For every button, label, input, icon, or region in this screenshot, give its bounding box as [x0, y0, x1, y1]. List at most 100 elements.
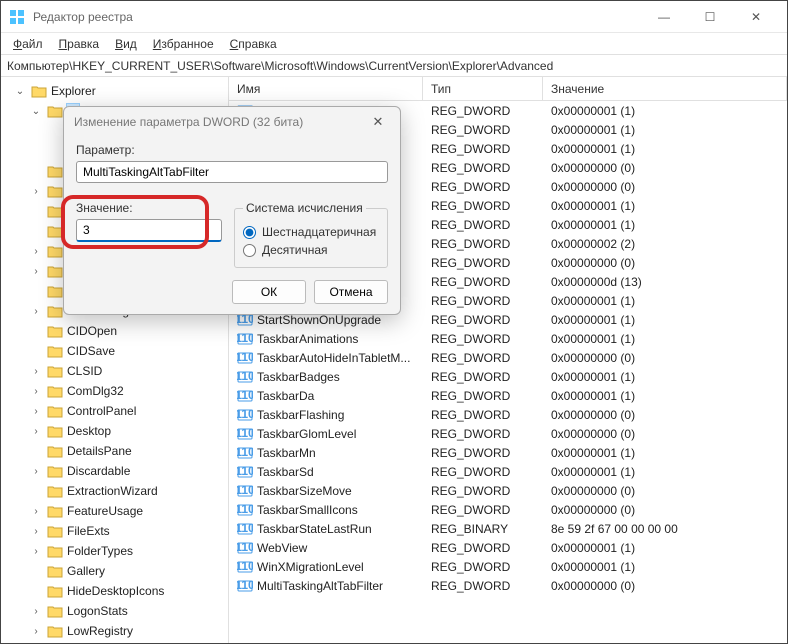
tree-item[interactable]: ›Desktop: [1, 421, 228, 441]
expand-icon[interactable]: ›: [29, 244, 43, 258]
list-row[interactable]: 110WinXMigrationLevelREG_DWORD0x00000001…: [229, 557, 787, 576]
ok-button[interactable]: ОК: [232, 280, 306, 304]
tree-item[interactable]: ⌄Explorer: [1, 81, 228, 101]
cancel-button[interactable]: Отмена: [314, 280, 388, 304]
tree-item[interactable]: ›FolderTypes: [1, 541, 228, 561]
col-type[interactable]: Тип: [423, 77, 543, 100]
tree-item[interactable]: DetailsPane: [1, 441, 228, 461]
expand-icon[interactable]: ›: [29, 184, 43, 198]
menu-help[interactable]: Справка: [222, 35, 285, 53]
tree-item[interactable]: ›Discardable: [1, 461, 228, 481]
list-row[interactable]: 110TaskbarAnimationsREG_DWORD0x00000001 …: [229, 329, 787, 348]
tree-item[interactable]: ›ControlPanel: [1, 401, 228, 421]
tree-item[interactable]: CIDOpen: [1, 321, 228, 341]
expand-icon[interactable]: ›: [29, 624, 43, 638]
list-row[interactable]: 110TaskbarMnREG_DWORD0x00000001 (1): [229, 443, 787, 462]
list-row[interactable]: 110TaskbarDaREG_DWORD0x00000001 (1): [229, 386, 787, 405]
expand-icon[interactable]: ›: [29, 304, 43, 318]
list-row[interactable]: 110WebViewREG_DWORD0x00000001 (1): [229, 538, 787, 557]
expand-icon[interactable]: [29, 344, 43, 358]
dialog-title: Изменение параметра DWORD (32 бита): [74, 115, 366, 129]
expand-icon[interactable]: ›: [29, 524, 43, 538]
tree-label: HideDesktopIcons: [67, 584, 164, 598]
row-value: 0x00000000 (0): [543, 161, 787, 175]
row-value: 0x00000001 (1): [543, 332, 787, 346]
expand-icon[interactable]: [45, 124, 59, 138]
list-row[interactable]: 110TaskbarBadgesREG_DWORD0x00000001 (1): [229, 367, 787, 386]
close-button[interactable]: ✕: [733, 1, 779, 33]
row-type: REG_DWORD: [423, 465, 543, 479]
maximize-button[interactable]: ☐: [687, 1, 733, 33]
menu-view[interactable]: Вид: [107, 35, 145, 53]
expand-icon[interactable]: ›: [29, 544, 43, 558]
row-type: REG_DWORD: [423, 180, 543, 194]
menu-edit[interactable]: Правка: [51, 35, 108, 53]
row-type: REG_DWORD: [423, 484, 543, 498]
expand-icon[interactable]: [29, 584, 43, 598]
tree-item[interactable]: Gallery: [1, 561, 228, 581]
expand-icon[interactable]: [29, 484, 43, 498]
expand-icon[interactable]: ›: [29, 404, 43, 418]
radio-dec[interactable]: Десятичная: [243, 243, 379, 257]
expand-icon[interactable]: [29, 444, 43, 458]
list-row[interactable]: 110MultiTaskingAltTabFilterREG_DWORD0x00…: [229, 576, 787, 595]
row-value: 0x00000001 (1): [543, 313, 787, 327]
expand-icon[interactable]: ›: [29, 424, 43, 438]
tree-item[interactable]: CIDSave: [1, 341, 228, 361]
expand-icon[interactable]: [29, 224, 43, 238]
tree-item[interactable]: ›FeatureUsage: [1, 501, 228, 521]
tree-item[interactable]: ExtractionWizard: [1, 481, 228, 501]
address-bar[interactable]: Компьютер\HKEY_CURRENT_USER\Software\Mic…: [1, 55, 787, 77]
tree-item[interactable]: ›CLSID: [1, 361, 228, 381]
tree-label: ExtractionWizard: [67, 484, 158, 498]
list-row[interactable]: 110TaskbarGlomLevelREG_DWORD0x00000000 (…: [229, 424, 787, 443]
list-row[interactable]: 110TaskbarSdREG_DWORD0x00000001 (1): [229, 462, 787, 481]
minimize-button[interactable]: ―: [641, 1, 687, 33]
tree-item[interactable]: ›FileExts: [1, 521, 228, 541]
expand-icon[interactable]: ⌄: [29, 104, 43, 118]
expand-icon[interactable]: ›: [29, 364, 43, 378]
row-type: REG_BINARY: [423, 522, 543, 536]
param-field[interactable]: [76, 161, 388, 183]
expand-icon[interactable]: ›: [29, 604, 43, 618]
row-type: REG_DWORD: [423, 275, 543, 289]
expand-icon[interactable]: [29, 164, 43, 178]
expand-icon[interactable]: [29, 564, 43, 578]
expand-icon[interactable]: ›: [29, 464, 43, 478]
list-row[interactable]: 110TaskbarSizeMoveREG_DWORD0x00000000 (0…: [229, 481, 787, 500]
expand-icon[interactable]: ›: [29, 264, 43, 278]
svg-text:110: 110: [237, 521, 253, 535]
expand-icon[interactable]: ›: [29, 384, 43, 398]
menu-file[interactable]: Файл: [5, 35, 51, 53]
col-value[interactable]: Значение: [543, 77, 787, 100]
expand-icon[interactable]: [29, 284, 43, 298]
tree-item[interactable]: HideDesktopIcons: [1, 581, 228, 601]
expand-icon[interactable]: [45, 144, 59, 158]
row-type: REG_DWORD: [423, 218, 543, 232]
expand-icon[interactable]: ›: [29, 504, 43, 518]
dialog-close-icon[interactable]: ✕: [366, 114, 390, 130]
row-value: 0x00000001 (1): [543, 541, 787, 555]
expand-icon[interactable]: ⌄: [13, 84, 27, 98]
list-row[interactable]: 110TaskbarSmallIconsREG_DWORD0x00000000 …: [229, 500, 787, 519]
tree-item[interactable]: ›LogonStats: [1, 601, 228, 621]
tree-item[interactable]: ›LowRegistry: [1, 621, 228, 641]
list-row[interactable]: 110TaskbarAutoHideInTabletM...REG_DWORD0…: [229, 348, 787, 367]
svg-text:110: 110: [237, 540, 253, 554]
row-type: REG_DWORD: [423, 427, 543, 441]
expand-icon[interactable]: [29, 204, 43, 218]
col-name[interactable]: Имя: [229, 77, 423, 100]
svg-text:110: 110: [237, 464, 253, 478]
row-type: REG_DWORD: [423, 370, 543, 384]
svg-text:110: 110: [237, 426, 253, 440]
expand-icon[interactable]: [29, 324, 43, 338]
list-row[interactable]: 110TaskbarFlashingREG_DWORD0x00000000 (0…: [229, 405, 787, 424]
row-type: REG_DWORD: [423, 313, 543, 327]
list-row[interactable]: 110TaskbarStateLastRunREG_BINARY8e 59 2f…: [229, 519, 787, 538]
value-field[interactable]: [76, 219, 222, 242]
tree-item[interactable]: ›ComDlg32: [1, 381, 228, 401]
menu-favorites[interactable]: Избранное: [145, 35, 222, 53]
row-value: 0x00000000 (0): [543, 579, 787, 593]
base-label: Система исчисления: [243, 201, 366, 215]
radio-hex[interactable]: Шестнадцатеричная: [243, 225, 379, 239]
